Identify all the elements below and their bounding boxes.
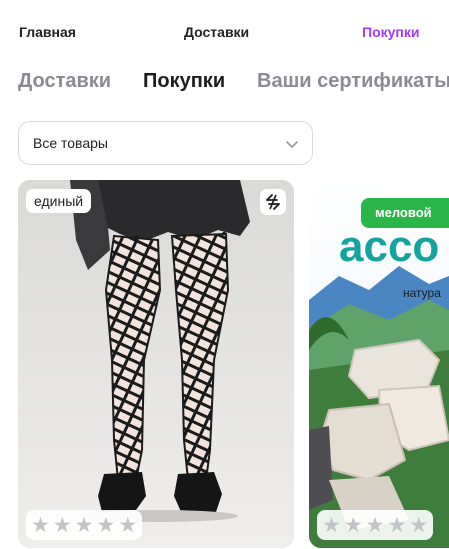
rating-stars: ★ ★ ★ ★ ★ <box>317 510 434 540</box>
product-image <box>18 180 294 548</box>
product-card[interactable]: единый ★ ★ ★ ★ ★ <box>18 180 294 548</box>
promo-subtitle: натура <box>403 286 441 300</box>
swap-icon <box>266 194 280 210</box>
star-icon: ★ <box>322 513 341 537</box>
star-icon: ★ <box>52 513 72 537</box>
promo-title: ассо <box>339 222 440 271</box>
nav-item-purchases[interactable]: Покупки <box>362 24 419 40</box>
section-tabs: Доставки Покупки Ваши сертификаты <box>0 70 449 100</box>
star-icon: ★ <box>74 513 94 537</box>
rating-stars: ★ ★ ★ ★ ★ <box>26 510 143 540</box>
swap-button[interactable] <box>260 189 286 215</box>
star-icon: ★ <box>343 513 363 537</box>
product-badge: единый <box>26 189 92 213</box>
tab-certificates[interactable]: Ваши сертификаты <box>257 70 449 93</box>
filter-selected-value: Все товары <box>33 135 108 151</box>
star-icon: ★ <box>96 513 116 537</box>
nav-item-home[interactable]: Главная <box>19 24 76 40</box>
nav-item-deliveries[interactable]: Доставки <box>184 24 249 40</box>
star-icon: ★ <box>387 513 407 537</box>
product-card[interactable]: меловой ассо натура ★ ★ ★ ★ ★ <box>309 180 449 548</box>
top-navigation: Главная Доставки Покупки <box>0 24 449 46</box>
star-icon: ★ <box>118 513 138 537</box>
product-filter-select[interactable]: Все товары <box>18 121 313 165</box>
star-icon: ★ <box>31 513 50 537</box>
star-icon: ★ <box>409 513 429 537</box>
tab-deliveries[interactable]: Доставки <box>18 70 111 93</box>
star-icon: ★ <box>365 513 385 537</box>
tab-purchases[interactable]: Покупки <box>143 70 225 93</box>
chevron-down-icon <box>286 141 298 148</box>
